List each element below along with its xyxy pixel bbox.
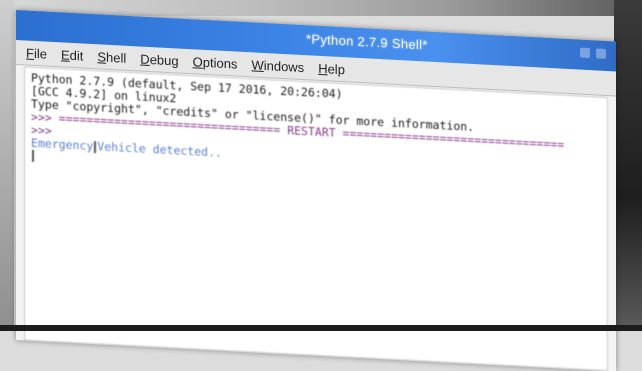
menu-help[interactable]: Help (318, 60, 345, 76)
menu-shell[interactable]: Shell (97, 49, 126, 66)
menu-file[interactable]: File (26, 45, 47, 61)
monitor-bezel-right (614, 0, 642, 331)
menu-edit[interactable]: Edit (61, 47, 83, 63)
insertion-cursor-icon (32, 149, 34, 162)
menu-windows[interactable]: Windows (251, 57, 304, 75)
minimize-icon[interactable] (580, 47, 590, 59)
menu-debug[interactable]: Debug (140, 51, 178, 68)
monitor-bezel-bottom (0, 325, 642, 331)
window-controls (580, 47, 606, 59)
text-cursor-icon (94, 140, 97, 153)
maximize-icon[interactable] (596, 48, 606, 59)
menu-options[interactable]: Options (193, 54, 238, 71)
window-title: *Python 2.7.9 Shell* (306, 31, 428, 53)
monitor-bezel-left (0, 0, 14, 331)
idle-shell-window: *Python 2.7.9 Shell* File Edit Shell Deb… (16, 10, 616, 371)
